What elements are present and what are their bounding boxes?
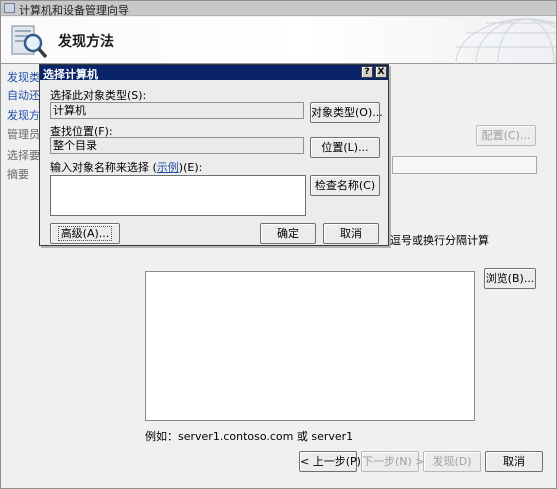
wizard-cancel-button[interactable]: 取消 [485, 451, 543, 472]
object-type-field: 计算机 [50, 102, 304, 119]
wizard-header: 发现方法 [1, 17, 556, 64]
app-icon [4, 3, 15, 13]
help-icon[interactable]: ? [361, 66, 373, 78]
example-text: 例如：server1.contoso.com 或 server1 [145, 430, 354, 443]
dialog-titlebar: 选择计算机 ? X [40, 65, 388, 81]
advanced-button[interactable]: 高级(A)... [50, 223, 120, 244]
nav-step-summary: 摘要 [7, 168, 29, 181]
computer-list-partial-field[interactable] [392, 156, 537, 174]
object-names-input[interactable] [50, 175, 306, 216]
discover-button[interactable]: 发现(D) [423, 451, 481, 472]
advanced-button-label: 高级(A)... [57, 226, 113, 241]
page-title: 发现方法 [58, 34, 114, 50]
object-type-label: 选择此对象类型(S): [50, 89, 147, 102]
object-types-button[interactable]: 对象类型(O)... [310, 102, 383, 123]
window-title: 计算机和设备管理向导 [19, 4, 129, 17]
close-icon[interactable]: X [375, 66, 387, 78]
examples-link[interactable]: 示例 [157, 161, 179, 174]
object-names-label-prefix: 输入对象名称来选择 ( [50, 161, 157, 174]
discovery-magnifier-icon [11, 25, 48, 59]
location-field: 整个目录 [50, 137, 304, 154]
input-hint-text: 逗号或换行分隔计算 [390, 234, 489, 247]
object-names-label: 输入对象名称来选择 (示例)(E): [50, 159, 202, 175]
object-names-label-suffix: )(E): [178, 161, 203, 174]
locations-button[interactable]: 位置(L)... [310, 137, 380, 158]
select-computer-dialog: 选择计算机 ? X 选择此对象类型(S): 计算机 对象类型(O)... 查找位… [39, 64, 389, 246]
next-button[interactable]: 下一步(N) > [361, 451, 425, 472]
header-globe-graphic [455, 18, 556, 64]
check-names-button[interactable]: 检查名称(C) [310, 175, 380, 196]
browse-button[interactable]: 浏览(B)... [484, 268, 536, 289]
configure-button[interactable]: 配置(C)... [476, 125, 536, 146]
dialog-title: 选择计算机 [43, 68, 98, 81]
dialog-cancel-button[interactable]: 取消 [323, 223, 379, 244]
computer-names-textbox[interactable] [145, 271, 475, 421]
previous-button[interactable]: < 上一步(P) [299, 451, 361, 472]
wizard-titlebar: 计算机和设备管理向导 [1, 1, 556, 17]
ok-button[interactable]: 确定 [260, 223, 316, 244]
